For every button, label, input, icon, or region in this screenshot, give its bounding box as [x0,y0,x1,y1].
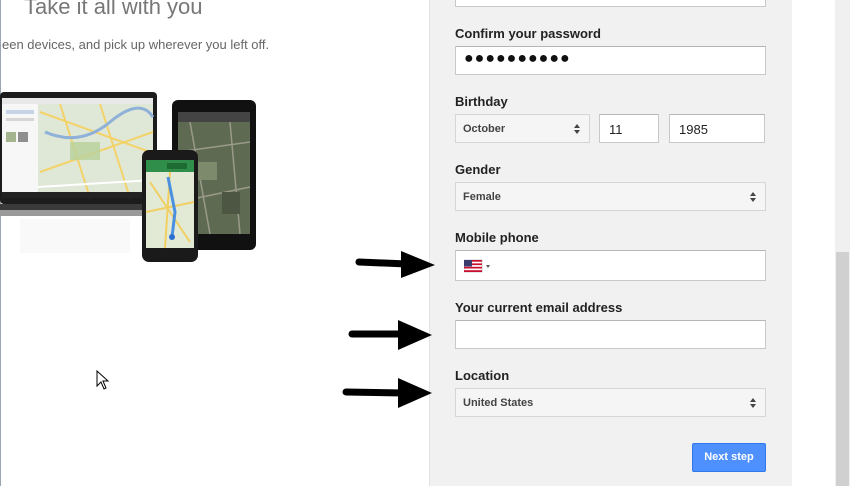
location-label: Location [455,368,510,383]
devices-illustration [0,92,256,262]
birthday-day-field[interactable]: 11 [599,114,659,143]
confirm-password-field[interactable]: ●●●●●●●●●● [455,46,766,75]
birthday-month-value: October [463,123,506,135]
signup-form-panel: Confirm your password ●●●●●●●●●● Birthda… [429,0,792,486]
annotation-arrow-icon [342,378,432,408]
confirm-password-value: ●●●●●●●●●● [464,50,571,67]
promo-title: Take it all with you [24,0,203,19]
select-updown-icon [574,124,580,134]
gender-value: Female [463,191,501,203]
birthday-year-value: 1985 [679,122,708,137]
mobile-phone-field[interactable] [455,250,766,281]
scrollbar-thumb[interactable] [836,252,849,486]
select-updown-icon [750,398,756,408]
next-step-button[interactable]: Next step [692,443,766,472]
confirm-password-label: Confirm your password [455,26,601,41]
password-field[interactable] [455,0,766,7]
annotation-arrow-icon [348,320,432,350]
birthday-month-select[interactable]: October [455,114,590,143]
birthday-label: Birthday [455,94,508,109]
promo-subtitle: een devices, and pick up wherever you le… [2,37,270,52]
select-updown-icon [750,192,756,202]
birthday-year-field[interactable]: 1985 [669,114,765,143]
location-select[interactable]: United States [455,388,766,417]
us-flag-icon [463,259,490,273]
gender-select[interactable]: Female [455,182,766,211]
birthday-day-value: 11 [609,122,623,137]
gender-label: Gender [455,162,501,177]
mobile-phone-label: Mobile phone [455,230,539,245]
location-value: United States [463,397,534,409]
annotation-arrow-icon [355,251,435,278]
current-email-label: Your current email address [455,300,623,315]
mouse-cursor-icon [96,370,110,390]
current-email-field[interactable] [455,320,766,349]
country-code-dropdown[interactable] [463,259,494,273]
